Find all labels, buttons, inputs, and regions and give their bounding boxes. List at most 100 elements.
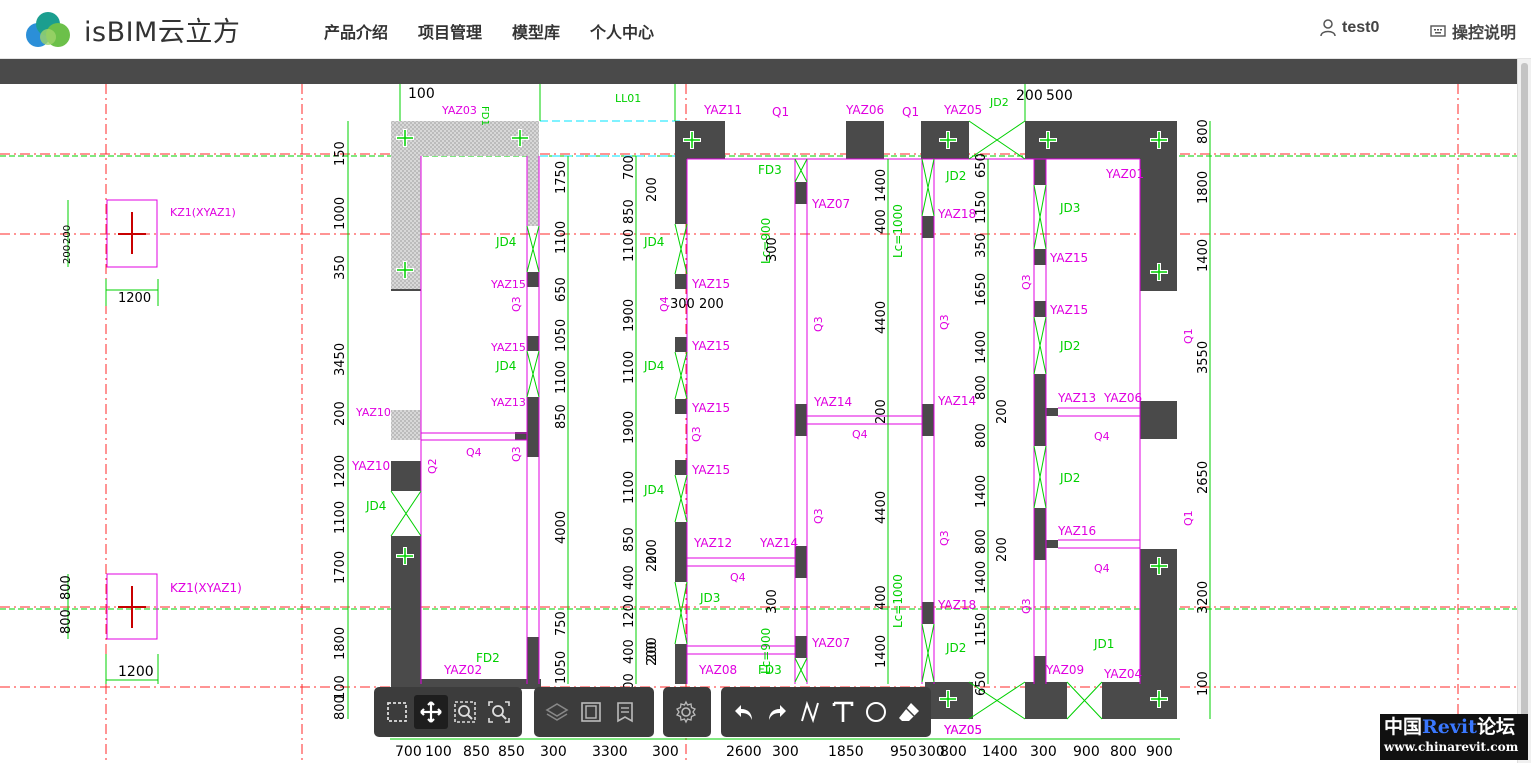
top-label: 200 bbox=[1016, 88, 1043, 104]
dimension: 850 bbox=[622, 527, 637, 552]
cad-drawing[interactable]: 100 YAZ03 FD1 LL01 YAZ11 Q1 YAZ06 Q1 YAZ05 JD2 200… bbox=[0, 84, 1517, 763]
brand-logo[interactable]: isBIM云立方 bbox=[24, 10, 240, 49]
green-tag: FD3 bbox=[758, 163, 782, 177]
zoom-extent-icon[interactable] bbox=[482, 695, 516, 729]
text-icon[interactable] bbox=[826, 695, 859, 729]
watermark-logo: 中国Revit论坛 www.chinarevit.com bbox=[1380, 714, 1528, 760]
dimension: 1200 bbox=[333, 455, 348, 488]
dimension: 1100 bbox=[554, 361, 569, 394]
drawing-canvas[interactable]: 100 YAZ03 FD1 LL01 YAZ11 Q1 YAZ06 Q1 YAZ05 JD2 200… bbox=[0, 84, 1517, 763]
element-tag: Q2 bbox=[426, 458, 439, 474]
dimension: 3450 bbox=[333, 343, 348, 376]
green-tag: JD4 bbox=[643, 235, 664, 249]
element-tag: Q4 bbox=[730, 571, 746, 584]
element-tag: YAZ18 bbox=[937, 598, 976, 612]
dimension: 350 bbox=[333, 255, 348, 280]
element-tag: YAZ07 bbox=[811, 636, 850, 650]
dimension: 1700 bbox=[333, 551, 348, 584]
nav-models[interactable]: 模型库 bbox=[512, 19, 560, 43]
left-label: 200 bbox=[62, 225, 73, 244]
element-tag: YAZ04 bbox=[1103, 667, 1142, 681]
frame-icon[interactable] bbox=[574, 695, 608, 729]
dimension: 4400 bbox=[874, 491, 889, 524]
move-icon[interactable] bbox=[414, 695, 448, 729]
dimension: 1050 bbox=[554, 651, 569, 684]
bottom-dimension: 900 bbox=[1073, 744, 1100, 760]
element-tag: YAZ14 bbox=[759, 536, 798, 550]
left-label: KZ1(XYAZ1) bbox=[170, 206, 236, 219]
dimension: 1400 bbox=[874, 169, 889, 202]
element-tag: YAZ10 bbox=[355, 406, 391, 419]
dimension: 2650 bbox=[1196, 461, 1211, 494]
viewer-title-bar bbox=[0, 59, 1517, 84]
dimension: 1100 bbox=[622, 471, 637, 504]
element-tag: YAZ16 bbox=[1057, 524, 1096, 538]
element-tag: Q3 bbox=[1020, 274, 1033, 290]
dimension: 850 bbox=[554, 404, 569, 429]
bottom-dimension: 2600 bbox=[726, 744, 762, 760]
nav-personal[interactable]: 个人中心 bbox=[590, 19, 654, 43]
redo-icon[interactable] bbox=[760, 695, 793, 729]
dimension: 750 bbox=[554, 611, 569, 636]
bottom-dimension: 1850 bbox=[828, 744, 864, 760]
dimension: 1800 bbox=[1196, 171, 1211, 204]
dimension: 400 bbox=[874, 585, 889, 610]
element-tag: YAZ13 bbox=[490, 396, 526, 409]
green-tag: Lc=1000 bbox=[891, 204, 905, 258]
green-tag: JD3 bbox=[699, 591, 720, 605]
toolbar-markup bbox=[721, 687, 931, 737]
left-label: KZ1(XYAZ1) bbox=[170, 581, 242, 595]
dimension: 1400 bbox=[974, 561, 989, 594]
properties-icon[interactable] bbox=[608, 695, 642, 729]
layers-icon[interactable] bbox=[540, 695, 574, 729]
element-tag: YAZ15 bbox=[1049, 303, 1088, 317]
bottom-dimension: 900 bbox=[1146, 744, 1173, 760]
dimension: 1150 bbox=[974, 191, 989, 224]
top-label: LL01 bbox=[615, 92, 641, 105]
scrollbar-thumb[interactable] bbox=[1521, 63, 1528, 753]
dimension: 350 bbox=[974, 233, 989, 258]
vertical-scrollbar[interactable] bbox=[1517, 59, 1531, 763]
dimension: 4000 bbox=[554, 511, 569, 544]
box-select-icon[interactable] bbox=[380, 695, 414, 729]
zoom-window-icon[interactable] bbox=[448, 695, 482, 729]
green-tag: JD4 bbox=[495, 359, 516, 373]
element-tag: YAZ14 bbox=[813, 395, 852, 409]
nav-product[interactable]: 产品介绍 bbox=[324, 19, 388, 43]
top-label: Q1 bbox=[772, 105, 789, 119]
top-label: 500 bbox=[1046, 88, 1073, 104]
dimension: 300 bbox=[765, 589, 780, 614]
help-link[interactable]: 操控说明 bbox=[1430, 19, 1516, 43]
bottom-dimension: 300 bbox=[652, 744, 679, 760]
green-tag: JD4 bbox=[643, 483, 664, 497]
freehand-icon[interactable] bbox=[793, 695, 826, 729]
green-tag: JD1 bbox=[1093, 637, 1114, 651]
dimension: 1100 bbox=[554, 221, 569, 254]
element-tag: Q3 bbox=[510, 446, 523, 462]
element-tag: Q3 bbox=[938, 530, 951, 546]
bottom-dimension: 3300 bbox=[592, 744, 628, 760]
dimension: 1050 bbox=[554, 319, 569, 352]
watermark-title: 中国Revit论坛 bbox=[1384, 716, 1515, 738]
top-label: 100 bbox=[408, 86, 435, 102]
element-tag: Q1 bbox=[1182, 328, 1195, 344]
nav-project[interactable]: 项目管理 bbox=[418, 19, 482, 43]
element-tag: Q1 bbox=[1182, 510, 1195, 526]
element-tag: Q3 bbox=[812, 316, 825, 332]
dimension: 1100 bbox=[622, 229, 637, 262]
top-label: YAZ03 bbox=[441, 104, 477, 117]
settings-icon[interactable] bbox=[669, 695, 703, 729]
element-tag: Q4 bbox=[852, 428, 868, 441]
user-menu[interactable]: test0 bbox=[1320, 19, 1379, 37]
dimension: 300 200 bbox=[670, 297, 724, 312]
circle-icon[interactable] bbox=[859, 695, 892, 729]
undo-icon[interactable] bbox=[727, 695, 760, 729]
element-tag: YAZ12 bbox=[693, 536, 732, 550]
left-label: 1200 bbox=[118, 664, 154, 680]
bottom-dimension: 850 bbox=[463, 744, 490, 760]
eraser-icon[interactable] bbox=[892, 695, 925, 729]
green-tag: JD4 bbox=[643, 359, 664, 373]
username: test0 bbox=[1342, 19, 1380, 36]
element-tag: Q3 bbox=[690, 426, 703, 442]
dimension: 400 bbox=[622, 639, 637, 664]
